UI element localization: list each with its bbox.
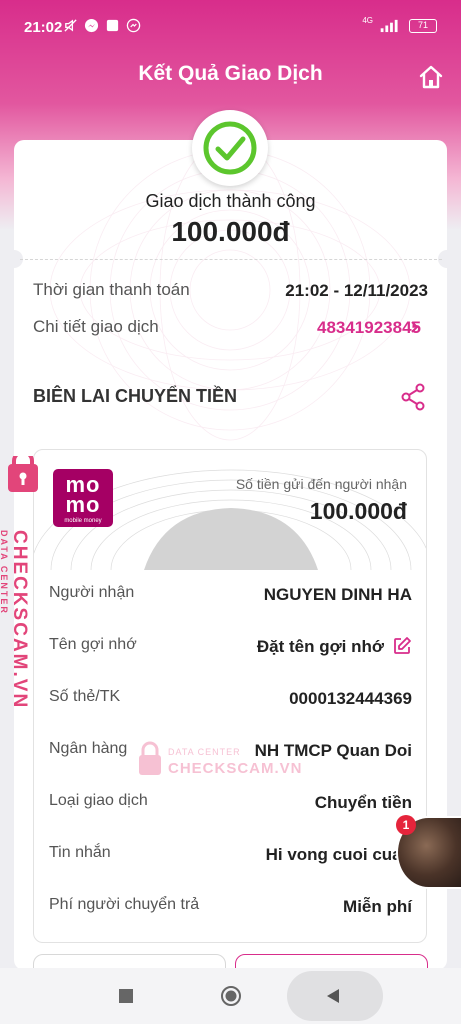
signal-icon	[380, 19, 398, 33]
status-system-icons: 4G 71	[362, 16, 437, 33]
status-bar: 21:02 4G 71	[0, 0, 461, 54]
receipt-caption: Số tiền gửi đến người nhận	[235, 476, 407, 492]
status-notification-icons	[63, 18, 141, 33]
recipient-label: Người nhận	[49, 584, 135, 601]
edit-icon[interactable]	[392, 636, 412, 656]
chat-head-badge: 1	[396, 815, 416, 835]
transfer-receipt: mo mo mobile money Số tiền gửi đến người…	[33, 449, 427, 943]
mute-icon	[64, 19, 77, 32]
messenger-outline-icon	[126, 18, 141, 33]
center-watermark-tag: DATA CENTER	[168, 747, 241, 757]
transaction-type-value: Chuyển tiền	[314, 793, 412, 812]
lock-icon	[139, 741, 161, 775]
chevron-right-icon[interactable]	[410, 320, 420, 334]
share-icon[interactable]	[400, 383, 426, 411]
receipt-section-title: BIÊN LAI CHUYỂN TIỀN	[33, 386, 238, 406]
checkmark-icon	[203, 121, 257, 175]
fee-value: Miễn phí	[343, 897, 412, 916]
transaction-id-link[interactable]: 48341923845	[317, 318, 421, 338]
transaction-status: Giao dịch thành công	[145, 191, 316, 211]
fee-label: Phí người chuyển trả	[49, 896, 200, 913]
message-label: Tin nhắn	[49, 844, 111, 861]
network-type: 4G	[362, 16, 373, 25]
account-number-label: Số thẻ/TK	[49, 688, 121, 705]
transaction-type-label: Loại giao dịch	[49, 792, 148, 809]
transaction-detail-label: Chi tiết giao dịch	[33, 317, 159, 336]
battery-icon: 71	[409, 18, 437, 33]
side-watermark-tag: DATA CENTER	[0, 530, 9, 615]
success-badge	[192, 110, 268, 186]
payment-time-label: Thời gian thanh toán	[33, 280, 190, 299]
guilloche-pattern	[49, 140, 411, 441]
set-nickname-link[interactable]: Đặt tên gợi nhớ	[257, 637, 384, 657]
app-square-icon	[106, 19, 119, 32]
bank-label: Ngân hàng	[49, 740, 128, 757]
receipt-amount: 100.000đ	[309, 498, 407, 524]
status-time: 21:02	[24, 19, 63, 36]
recents-icon[interactable]	[118, 988, 134, 1004]
messenger-icon	[84, 18, 99, 33]
home-button-icon[interactable]	[220, 985, 242, 1007]
system-navigation-bar	[0, 968, 461, 1024]
account-number-value: 0000132444369	[289, 689, 412, 708]
card-divider	[20, 259, 442, 260]
recipient-value: NGUYEN DINH HA	[263, 585, 412, 604]
page-title: Kết Quả Giao Dịch	[138, 62, 323, 85]
center-watermark: DATA CENTER CHECKSCAM.VN	[135, 740, 302, 780]
momo-logo: mo mo mobile money	[53, 469, 113, 527]
back-icon[interactable]	[325, 988, 341, 1004]
message-value: Hi vong cuoi cua t	[265, 845, 412, 864]
transaction-amount: 100.000đ	[171, 216, 290, 247]
momo-logo-subtext: mobile money	[64, 518, 102, 524]
payment-time-value: 21:02 - 12/11/2023	[285, 281, 428, 300]
nickname-label: Tên gợi nhớ	[49, 636, 137, 653]
side-watermark-brand: CHECKSCAM.VN	[9, 530, 30, 710]
center-watermark-brand: CHECKSCAM.VN	[168, 760, 303, 777]
home-icon[interactable]	[418, 64, 444, 90]
momo-logo-text: mo mo	[65, 472, 101, 517]
